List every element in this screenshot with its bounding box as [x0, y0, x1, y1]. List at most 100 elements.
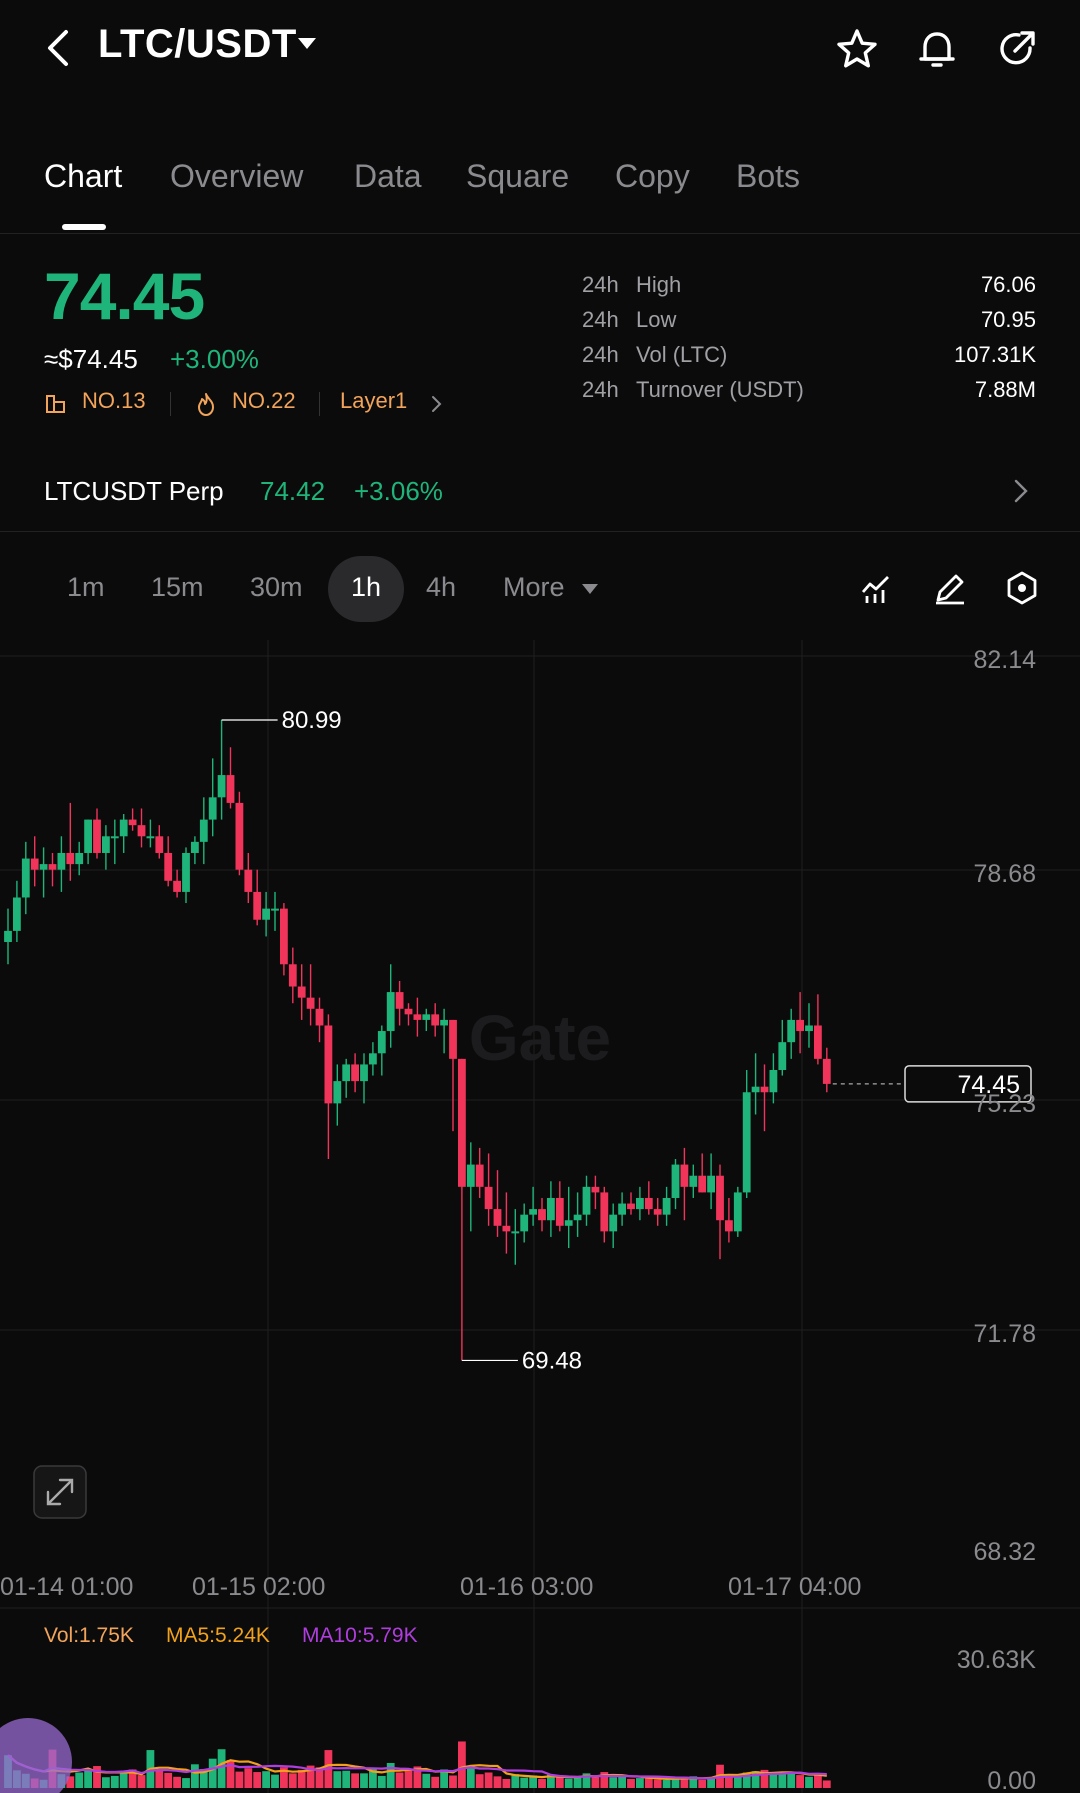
- candle-body: [119, 819, 128, 837]
- candle-body: [297, 986, 306, 998]
- candle-body: [484, 1186, 493, 1210]
- interval-1h[interactable]: 1h: [351, 572, 381, 603]
- candle-body: [600, 1192, 609, 1232]
- tab-copy[interactable]: Copy: [615, 158, 690, 195]
- y-axis-label: 68.32: [973, 1538, 1036, 1566]
- candle-body: [466, 1164, 475, 1187]
- category-tag[interactable]: Layer1: [340, 388, 407, 414]
- candle-body: [787, 1019, 796, 1043]
- candle-body: [110, 836, 119, 839]
- volume-bar: [404, 1769, 413, 1788]
- rank-tag[interactable]: NO.13: [82, 388, 146, 414]
- candle-body: [698, 1175, 707, 1193]
- x-axis-label: 01-16 03:00: [460, 1573, 593, 1601]
- volume-bar: [733, 1776, 742, 1788]
- candle-body: [609, 1214, 618, 1232]
- interval-30m[interactable]: 30m: [250, 572, 303, 603]
- stat-period: 24h: [582, 377, 619, 402]
- interval-4h[interactable]: 4h: [426, 572, 456, 603]
- candle-body: [591, 1186, 600, 1193]
- volume-bar: [609, 1777, 618, 1788]
- candle-body: [306, 997, 315, 1009]
- interval-1m[interactable]: 1m: [67, 572, 105, 603]
- candle-body: [440, 1019, 448, 1026]
- candle-body: [742, 1092, 751, 1193]
- candle-body: [66, 852, 75, 865]
- stat-period: 24h: [582, 272, 619, 297]
- candle-body: [413, 1014, 422, 1020]
- perp-price: 74.42: [260, 476, 326, 506]
- volume-bar: [191, 1764, 199, 1788]
- volume-bar: [333, 1771, 342, 1788]
- tab-bots[interactable]: Bots: [736, 158, 800, 195]
- back-arrow-icon[interactable]: [40, 26, 80, 70]
- share-icon[interactable]: [994, 26, 1040, 72]
- chevron-right-icon[interactable]: [1010, 476, 1034, 506]
- interval-15m[interactable]: 15m: [151, 572, 204, 603]
- candle-body: [351, 1064, 359, 1082]
- indicator-icon[interactable]: [858, 570, 894, 606]
- pair-dropdown-caret-icon[interactable]: [298, 38, 316, 49]
- volume-max-label: 30.63K: [957, 1646, 1037, 1674]
- candle-body: [173, 880, 181, 892]
- fullscreen-button[interactable]: [33, 1465, 87, 1519]
- candle-body: [644, 1197, 653, 1210]
- volume-bar: [137, 1775, 146, 1788]
- chevron-right-icon[interactable]: [430, 394, 444, 414]
- candle-body: [137, 825, 146, 837]
- tab-data[interactable]: Data: [354, 158, 422, 195]
- volume-bar: [377, 1775, 386, 1788]
- hot-tag[interactable]: NO.22: [232, 388, 296, 414]
- volume-bar: [627, 1778, 635, 1788]
- candle-body: [57, 852, 66, 870]
- tab-overview[interactable]: Overview: [170, 158, 303, 195]
- low-marker-label: 69.48: [522, 1347, 582, 1374]
- x-axis-label: 01-17 04:00: [728, 1573, 861, 1601]
- stat-value: 76.06: [980, 272, 1036, 297]
- divider: [170, 392, 171, 416]
- candle-body: [235, 802, 244, 870]
- candle-body: [689, 1175, 698, 1187]
- more-caret-icon[interactable]: [582, 584, 598, 594]
- bell-icon[interactable]: [914, 26, 960, 72]
- volume-bar: [698, 1779, 707, 1788]
- volume-bar: [422, 1773, 431, 1788]
- volume-bar: [208, 1758, 217, 1788]
- flame-icon: [198, 393, 214, 416]
- pair-title[interactable]: LTC/USDT: [98, 22, 297, 67]
- candle-body: [538, 1209, 546, 1221]
- candle-body: [662, 1197, 671, 1215]
- perp-change: +3.06%: [354, 476, 443, 506]
- stat-row-low: 24h Low 70.95: [582, 307, 1036, 341]
- volume-bar: [564, 1778, 573, 1788]
- candle-body: [627, 1203, 635, 1210]
- candle-body: [449, 1019, 457, 1059]
- candle-body: [511, 1231, 520, 1234]
- tab-chart[interactable]: Chart: [44, 158, 122, 195]
- candle-body: [4, 930, 12, 943]
- volume-bar: [288, 1773, 297, 1788]
- volume-bar: [796, 1775, 804, 1788]
- perp-link-row[interactable]: LTCUSDT Perp 74.42 +3.06%: [0, 462, 1080, 532]
- price-chart[interactable]: Gate 80.99 69.48 74.45 82.1478.6875.2371…: [0, 640, 1080, 1793]
- volume-min-label: 0.00: [987, 1767, 1036, 1793]
- candle-body: [48, 864, 57, 870]
- stat-value: 70.95: [980, 307, 1036, 332]
- candle-body: [564, 1220, 573, 1226]
- volume-bar: [84, 1769, 92, 1788]
- settings-hexagon-icon[interactable]: [1004, 570, 1040, 606]
- draw-pencil-icon[interactable]: [932, 570, 968, 606]
- tab-square[interactable]: Square: [466, 158, 569, 195]
- volume-bar: [493, 1776, 502, 1788]
- volume-bar: [93, 1766, 101, 1788]
- star-icon[interactable]: [834, 26, 880, 72]
- perp-name: LTCUSDT Perp: [44, 476, 224, 506]
- volume-bar: [173, 1776, 181, 1788]
- volume-bar: [822, 1780, 831, 1788]
- interval-more[interactable]: More: [503, 572, 565, 603]
- candle-body: [217, 775, 226, 798]
- candle-body: [805, 1025, 813, 1032]
- volume-bar: [395, 1772, 404, 1788]
- candle-body: [280, 908, 288, 965]
- candle-body: [671, 1164, 680, 1198]
